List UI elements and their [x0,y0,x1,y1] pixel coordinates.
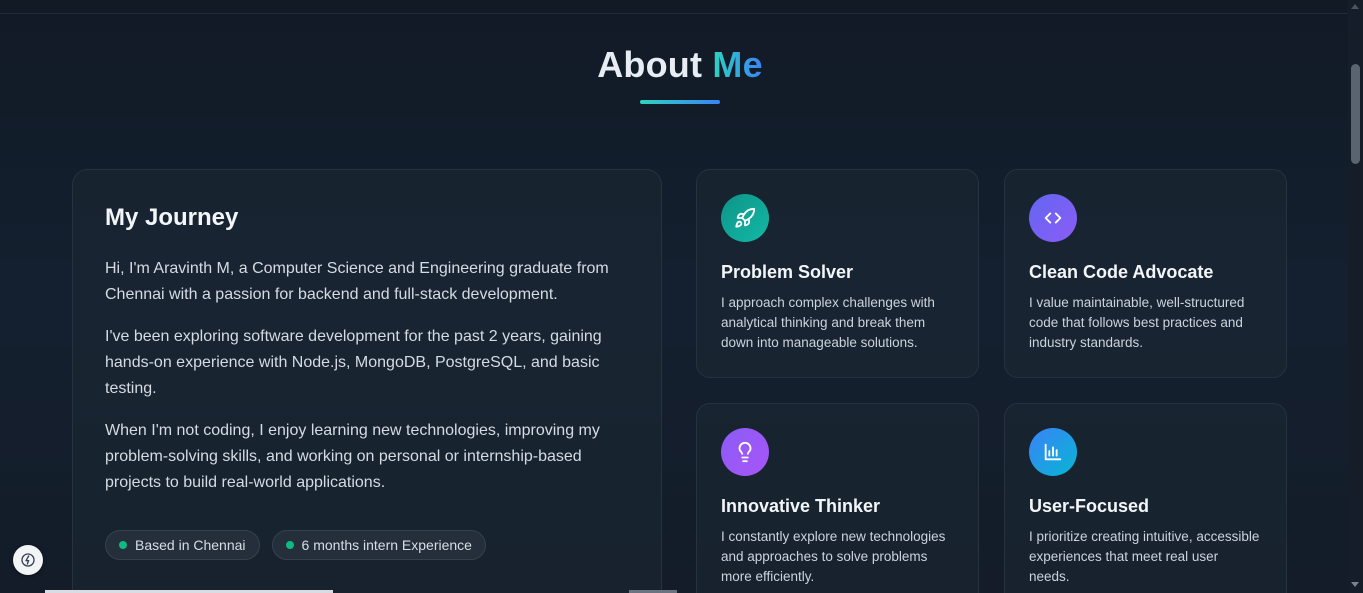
badge-label: 6 months intern Experience [301,537,472,553]
lightning-icon [21,553,35,567]
feature-card-user-focused: User-Focused I prioritize creating intui… [1004,403,1287,593]
title-underline [640,100,720,104]
journey-card: My Journey Hi, I'm Aravinth M, a Compute… [72,169,662,593]
feature-title: Clean Code Advocate [1029,262,1214,282]
feature-title: Problem Solver [721,262,854,282]
feature-card-innovative-thinker: Innovative Thinker I constantly explore … [696,403,979,593]
journey-paragraph: Hi, I'm Aravinth M, a Computer Science a… [105,260,609,303]
dev-tools-button[interactable] [13,545,43,575]
bar-chart-icon [1029,428,1077,476]
feature-description: I value maintainable, well-structured co… [1029,295,1245,350]
code-icon [1029,194,1077,242]
badge-list: Based in Chennai 6 months intern Experie… [105,530,486,560]
feature-card-clean-code: Clean Code Advocate I value maintainable… [1004,169,1287,378]
section-title-main: About [597,44,703,85]
location-badge: Based in Chennai [105,530,260,560]
lightbulb-icon [721,428,769,476]
header-divider [0,13,1348,14]
feature-description: I prioritize creating intuitive, accessi… [1029,529,1260,584]
journey-title: My Journey [105,204,239,231]
experience-badge: 6 months intern Experience [271,530,486,560]
section-title: About Me [0,44,1360,86]
feature-title: Innovative Thinker [721,496,881,516]
scrollbar-thumb[interactable] [1351,64,1360,164]
feature-card-problem-solver: Problem Solver I approach complex challe… [696,169,979,378]
feature-description: I constantly explore new technologies an… [721,529,946,584]
feature-description: I approach complex challenges with analy… [721,295,935,350]
section-title-accent: Me [712,44,763,85]
scroll-up-icon[interactable] [1351,4,1359,9]
scroll-down-icon[interactable] [1351,582,1359,587]
journey-paragraph: When I'm not coding, I enjoy learning ne… [105,422,600,491]
vertical-scrollbar[interactable] [1348,0,1363,593]
status-dot-icon [119,541,127,549]
status-dot-icon [285,541,294,549]
rocket-icon [721,194,769,242]
badge-label: Based in Chennai [135,537,246,553]
journey-paragraph: I've been exploring software development… [105,328,602,397]
feature-title: User-Focused [1029,496,1150,516]
